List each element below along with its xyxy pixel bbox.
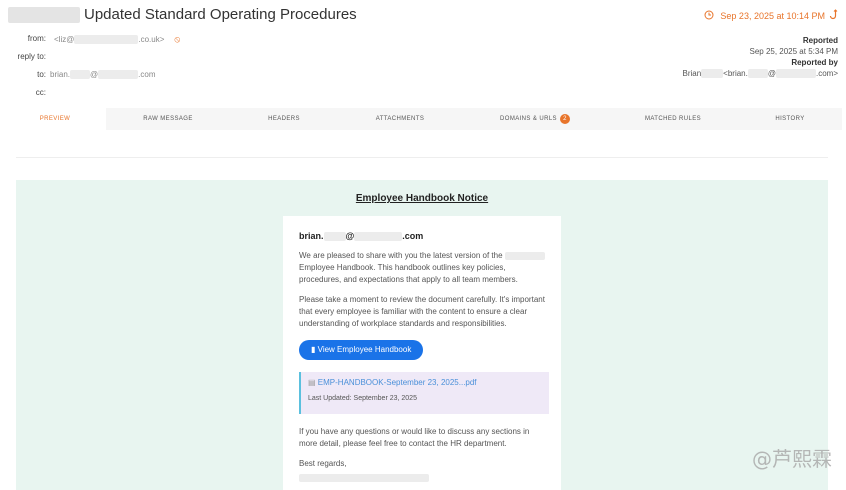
signoff: Best regards, [299,459,347,468]
from-prefix: <liz@ [54,35,75,44]
to-row: to: brian. @ .com [0,70,460,88]
received-date: Sep 23, 2025 at 10:14 PM [704,9,838,22]
email-body: brian. @ .com We are pleased to share wi… [299,230,549,482]
redacted-name [747,69,768,78]
paragraph-review: Please take a moment to review the docum… [299,295,545,328]
to-at: @ [90,70,99,79]
book-icon: ▮ [311,345,316,354]
redacted-domain [775,69,816,78]
reported-date: Sep 25, 2025 at 5:34 PM [749,47,838,56]
greeting-prefix: brian. [299,231,324,241]
attachment-link[interactable]: ▤ EMP-HANDBOOK-September 23, 2025...pdf [308,377,542,388]
intro-text-a: We are pleased to share with you the lat… [299,251,503,260]
tab-matched-rules[interactable]: MATCHED RULES [608,108,738,130]
tab-bar: PREVIEW RAW MESSAGE HEADERS ATTACHMENTS … [4,108,842,130]
from-label: from: [27,34,46,43]
reply-to-label: reply to: [17,52,46,61]
email-subject: Updated Standard Operating Procedures [84,6,357,23]
attachment-updated: Last Updated: September 23, 2025 [308,395,417,402]
paragraph-questions: If you have any questions or would like … [299,427,530,448]
report-info: Reported Sep 25, 2025 at 5:34 PM Reporte… [618,35,838,79]
cc-label: cc: [35,88,46,97]
reply-icon[interactable] [829,9,838,22]
paragraph-intro: We are pleased to share with you the lat… [299,250,549,286]
reported-label: Reported [802,36,838,45]
redacted-name [323,231,346,241]
preview-title: Employee Handbook Notice [355,193,489,204]
email-card: brian. @ .com We are pleased to share wi… [283,216,561,490]
divider [16,157,828,158]
tab-history[interactable]: HISTORY [738,108,842,130]
reply-to-row: reply to: [0,52,460,70]
redacted-domain [74,35,139,44]
reporter-name: Brian [682,69,702,78]
view-handbook-button[interactable]: ▮ View Employee Handbook [299,340,424,360]
tab-headers[interactable]: HEADERS [230,108,338,130]
tab-preview[interactable]: PREVIEW [4,108,106,130]
attachment-name: EMP-HANDBOOK-September 23, 2025...pdf [317,378,477,387]
tab-label: HEADERS [268,116,300,122]
from-value: <liz@ .co.uk> ⦸ [54,34,180,45]
redacted-domain [98,70,139,79]
watermark: @芦熙霖 [752,447,832,471]
tab-raw-message[interactable]: RAW MESSAGE [106,108,230,130]
greeting-suffix: .com [402,231,424,241]
block-icon[interactable]: ⦸ [174,34,180,45]
tab-label: RAW MESSAGE [143,116,193,122]
subject-row: Updated Standard Operating Procedures [8,6,357,23]
reported-by-label: Reported by [791,58,838,67]
tab-attachments[interactable]: ATTACHMENTS [338,108,462,130]
reporter-email-at: @ [767,69,776,78]
received-date-text: Sep 23, 2025 at 10:14 PM [720,10,825,21]
redacted-surname [701,69,724,78]
reporter-email-suffix: .com> [815,69,838,78]
view-handbook-label: View Employee Handbook [317,345,412,354]
greeting-at: @ [345,231,355,241]
to-suffix: .com [138,70,156,79]
greeting: brian. @ .com [299,230,549,242]
reporter-email-prefix: <brian. [723,69,748,78]
tab-label: HISTORY [775,116,805,122]
redacted-sender [8,6,80,23]
to-value: brian. @ .com [50,70,155,79]
email-meta: from: <liz@ .co.uk> ⦸ reply to: to: bria… [0,34,460,106]
redacted-domain [354,231,403,241]
from-row: from: <liz@ .co.uk> ⦸ [0,34,460,52]
to-label: to: [37,70,46,79]
tab-label: DOMAINS & URLS [500,116,557,122]
tab-label: ATTACHMENTS [375,116,425,122]
redacted-company [504,251,545,260]
email-preview: Employee Handbook Notice brian. @ .com W… [16,180,828,490]
redacted-signature [299,474,429,482]
redacted-name [70,70,91,79]
from-suffix: .co.uk> [138,35,165,44]
reporter: Brian <brian. @ .com> [618,68,838,79]
tab-domains-urls[interactable]: DOMAINS & URLS 2 [462,108,608,130]
intro-text-b: Employee Handbook. This handbook outline… [299,263,518,284]
document-icon: ▤ [308,378,316,387]
domains-count-badge: 2 [559,114,570,124]
tab-label: PREVIEW [39,116,71,122]
cc-row: cc: [0,88,460,106]
attachment-box: ▤ EMP-HANDBOOK-September 23, 2025...pdf … [299,372,549,414]
tab-label: MATCHED RULES [644,116,702,122]
to-prefix: brian. [50,70,71,79]
clock-icon [704,10,714,22]
